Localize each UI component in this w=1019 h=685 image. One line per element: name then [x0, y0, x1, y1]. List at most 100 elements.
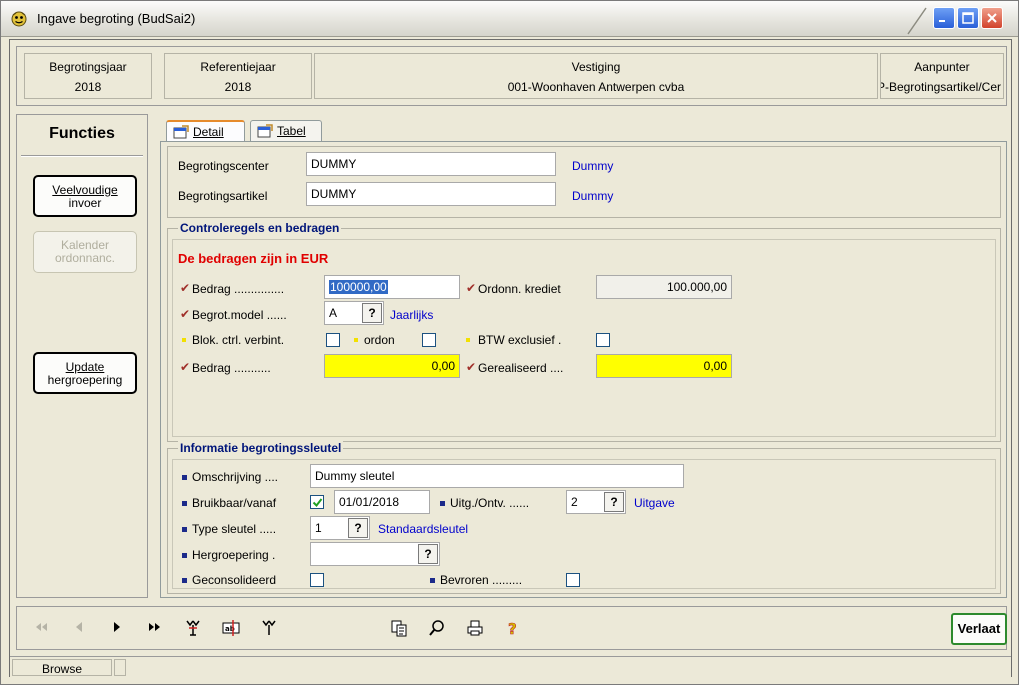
bruikbaar-checkbox[interactable] — [310, 495, 324, 509]
header-info-bar: Begrotingsjaar 2018 Referentiejaar 2018 … — [16, 46, 1007, 106]
hergroepering-label: Hergroepering . — [192, 548, 276, 562]
geconsolideerd-label: Geconsolideerd — [192, 573, 277, 587]
type-sleutel-lookup-button[interactable]: ? — [348, 518, 368, 538]
next-record-button[interactable] — [107, 619, 127, 639]
controleregels-group: Controleregels en bedragen De bedragen z… — [167, 221, 1001, 442]
header-label: Referentiejaar — [200, 60, 276, 74]
previous-record-button[interactable] — [69, 619, 89, 639]
verlaat-button[interactable]: Verlaat — [951, 613, 1007, 645]
type-sleutel-input[interactable]: 1 ? — [310, 516, 370, 540]
uitg-ontv-lookup-button[interactable]: ? — [604, 492, 624, 512]
bedrag-input[interactable]: 100000,00 — [324, 275, 460, 299]
uitg-ontv-label: Uitg./Ontv. ...... — [450, 496, 530, 510]
app-face-icon — [11, 11, 27, 27]
header-label: Aanpunter — [914, 60, 970, 74]
ordon-label: ordon — [364, 333, 395, 347]
ordon-marker-icon — [354, 338, 358, 342]
title-slant-decoration — [907, 7, 927, 35]
button-label-line1: Kalender — [60, 238, 110, 252]
edit-record-button[interactable]: ab — [221, 619, 241, 639]
button-label-line2: hergroepering — [47, 373, 123, 387]
checkmark-icon — [312, 498, 323, 508]
bevroren-marker-icon — [430, 578, 435, 583]
begrotingsartikel-label: Begrotingsartikel — [178, 189, 268, 203]
main-window: Ingave begroting (BudSai2) Begrotingsjaa… — [0, 0, 1019, 685]
detail-panel: Begrotingscenter DUMMY Dummy Begrotingsa… — [160, 141, 1007, 598]
header-label: Begrotingsjaar — [49, 60, 127, 74]
delete-record-icon — [262, 620, 276, 635]
begrotmodel-input[interactable]: A ? — [324, 301, 384, 325]
printer-icon — [467, 620, 483, 636]
blok-marker-icon — [182, 338, 186, 342]
maximize-button[interactable] — [957, 7, 979, 29]
geconsolideerd-checkbox[interactable] — [310, 573, 324, 587]
hergroepering-lookup-button[interactable]: ? — [418, 544, 438, 564]
begrotingssleutel-group: Informatie begrotingssleutel Omschrijvin… — [167, 441, 1001, 594]
btw-exclusief-checkbox[interactable] — [596, 333, 610, 347]
begrotingscenter-input[interactable]: DUMMY — [306, 152, 556, 176]
bedrag2-field[interactable]: 0,00 — [324, 354, 460, 378]
gerealiseerd-field[interactable]: 0,00 — [596, 354, 732, 378]
blok-ctrl-checkbox[interactable] — [326, 333, 340, 347]
print-button[interactable] — [465, 619, 485, 639]
status-bar: Browse — [10, 656, 1011, 677]
begrotmodel-check-icon: ✔ — [180, 307, 191, 321]
gerealiseerd-label: Gerealiseerd .... — [478, 361, 564, 375]
header-aanpunter: Aanpunter P-Begrotingsartikel/Cer — [880, 53, 1004, 99]
last-record-icon — [149, 623, 160, 631]
navigation-toolbar: ab ? Verlaat — [16, 606, 1007, 650]
bevroren-label: Bevroren ......... — [440, 573, 523, 587]
bedrag-value: 100000,00 — [329, 280, 388, 294]
title-bar[interactable]: Ingave begroting (BudSai2) — [1, 1, 1018, 37]
begrotingscenter-label: Begrotingscenter — [178, 159, 269, 173]
window-title: Ingave begroting (BudSai2) — [37, 11, 196, 26]
help-button[interactable]: ? — [503, 619, 523, 639]
first-record-button[interactable] — [31, 619, 51, 639]
uitg-ontv-input[interactable]: 2 ? — [566, 490, 626, 514]
tab-tabel[interactable]: Tabel — [250, 120, 322, 142]
btw-exclusief-label: BTW exclusief . — [478, 333, 562, 347]
type-marker-icon — [182, 527, 187, 532]
client-area: Begrotingsjaar 2018 Referentiejaar 2018 … — [9, 39, 1012, 677]
close-button[interactable] — [981, 7, 1003, 29]
begrotmodel-description: Jaarlijks — [390, 308, 434, 322]
hergroepering-marker-icon — [182, 553, 187, 558]
omschrijving-marker-icon — [182, 475, 187, 480]
insert-record-icon — [186, 620, 200, 636]
omschrijving-input[interactable]: Dummy sleutel — [310, 464, 684, 488]
begrotingscenter-description: Dummy — [572, 159, 614, 173]
svg-text:?: ? — [508, 620, 517, 637]
kalender-ordonnanc-button[interactable]: Kalender ordonnanc. — [33, 231, 137, 273]
button-label-line1: Veelvoudige — [52, 183, 118, 197]
uitg-ontv-value: 2 — [571, 495, 578, 509]
minimize-button[interactable] — [933, 7, 955, 29]
update-hergroepering-button[interactable]: Update hergroepering — [33, 352, 137, 394]
begrotingsartikel-input[interactable]: DUMMY — [306, 182, 556, 206]
uitg-ontv-description: Uitgave — [634, 496, 675, 510]
header-value: 2018 — [74, 80, 102, 94]
bevroren-checkbox[interactable] — [566, 573, 580, 587]
hergroepering-input[interactable]: ? — [310, 542, 440, 566]
controleregels-inner-frame — [172, 239, 996, 437]
last-record-button[interactable] — [145, 619, 165, 639]
ordonn-krediet-label: Ordonn. krediet — [478, 282, 561, 296]
status-indicator — [114, 659, 126, 676]
veelvoudige-invoer-button[interactable]: Veelvoudige invoer — [33, 175, 137, 217]
bedrag2-check-icon: ✔ — [180, 360, 191, 374]
search-button[interactable] — [427, 619, 447, 639]
copy-button[interactable] — [389, 619, 409, 639]
insert-record-button[interactable] — [183, 619, 203, 639]
bruikbaar-date-input[interactable]: 01/01/2018 — [334, 490, 430, 514]
omschrijving-label: Omschrijving .... — [192, 470, 279, 484]
header-value: 001-Woonhaven Antwerpen cvba — [507, 80, 685, 94]
maximize-icon — [962, 12, 974, 24]
next-record-icon — [114, 622, 120, 632]
ordon-checkbox[interactable] — [422, 333, 436, 347]
type-sleutel-description: Standaardsleutel — [378, 522, 469, 536]
detail-tab-icon — [173, 125, 189, 139]
blok-ctrl-label: Blok. ctrl. verbint. — [192, 333, 285, 347]
begrotmodel-lookup-button[interactable]: ? — [362, 303, 382, 323]
bedrag2-label: Bedrag ........... — [192, 361, 271, 375]
delete-record-button[interactable] — [259, 619, 279, 639]
geconsolideerd-marker-icon — [182, 578, 187, 583]
